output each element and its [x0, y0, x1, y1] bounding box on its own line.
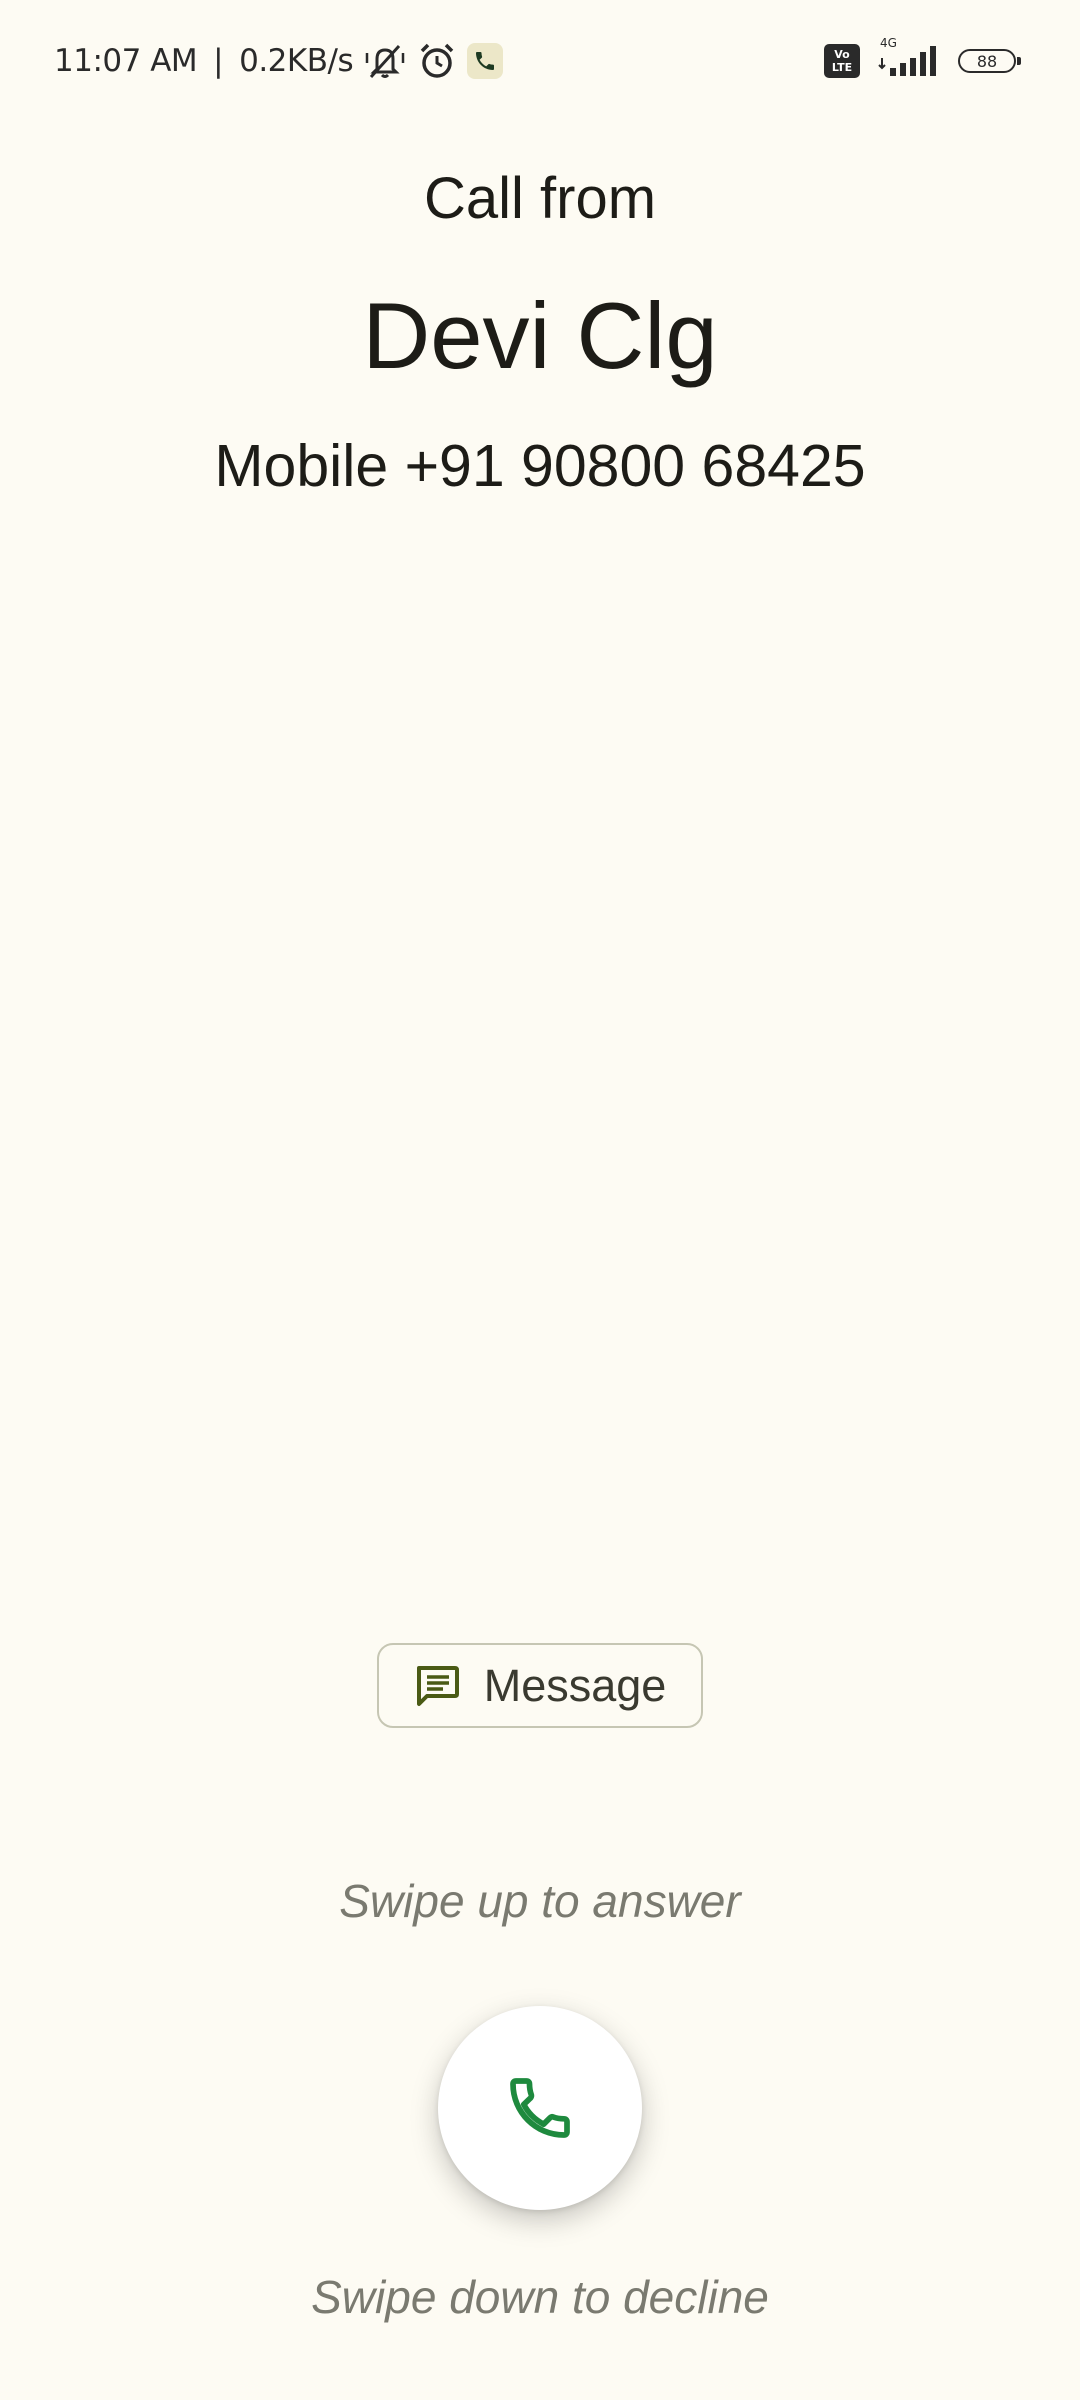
message-label: Message — [483, 1659, 667, 1711]
message-icon — [414, 1664, 460, 1708]
status-net-speed: 0.2KB/s — [239, 43, 354, 79]
status-separator: | — [213, 43, 224, 79]
status-time: 11:07 AM — [54, 43, 198, 79]
phone-icon — [504, 2072, 576, 2144]
signal-icon: 4G — [876, 36, 942, 80]
network-type-label: 4G — [880, 36, 897, 50]
battery-level: 88 — [976, 51, 998, 71]
call-heading: Call from — [423, 166, 657, 231]
phone-app-icon — [467, 43, 504, 79]
answer-call-button[interactable] — [438, 2006, 642, 2210]
silent-mode-icon — [363, 41, 407, 81]
status-bar: 11:07 AM | 0.2KB/s Vo LTE 4G 88 — [0, 0, 1080, 120]
status-bar-left: 11:07 AM | 0.2KB/s — [54, 38, 504, 84]
caller-name: Devi Clg — [362, 283, 718, 388]
status-bar-right: Vo LTE 4G 88 — [824, 36, 1021, 84]
alarm-icon — [417, 41, 457, 81]
swipe-up-hint: Swipe up to answer — [339, 1875, 741, 1927]
swipe-down-hint: Swipe down to decline — [311, 2271, 769, 2323]
volte-icon: Vo LTE — [824, 44, 860, 78]
battery-icon: 88 — [958, 49, 1021, 73]
caller-number: Mobile +91 90800 68425 — [214, 433, 866, 499]
message-button[interactable]: Message — [377, 1643, 703, 1728]
